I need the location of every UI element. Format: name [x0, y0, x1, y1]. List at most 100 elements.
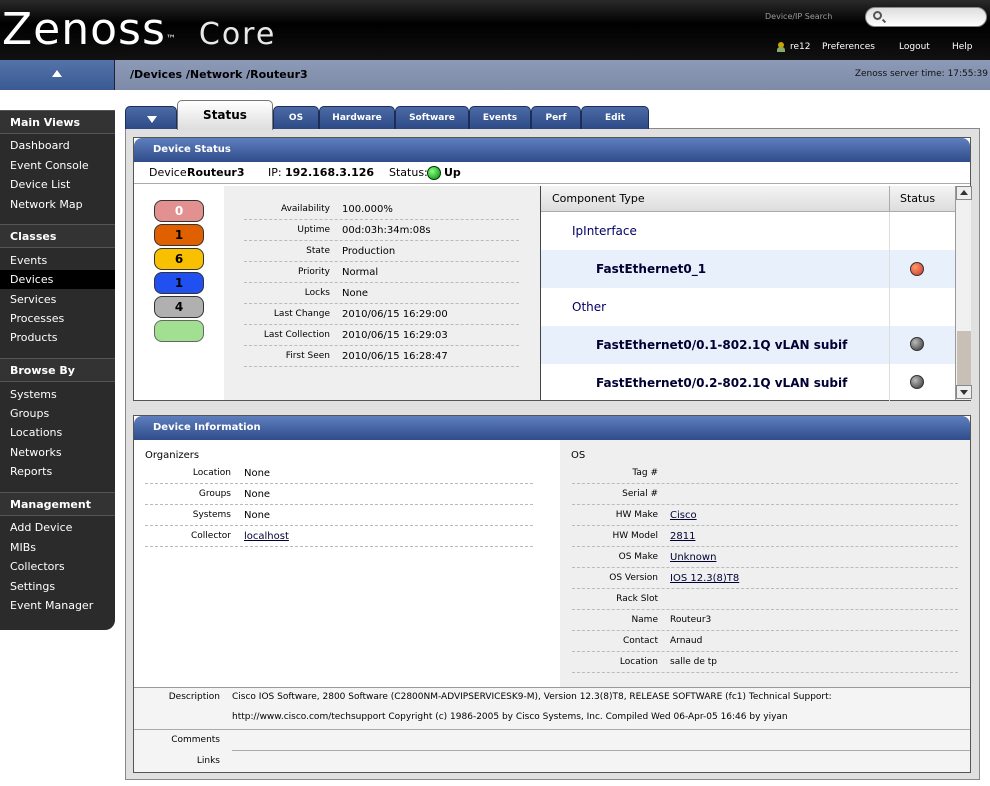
stat-row-last-collection: Last Collection 2010/06/15 16:29:03: [244, 325, 519, 346]
scroll-down-button[interactable]: [956, 385, 972, 399]
description-label: Description: [168, 692, 220, 702]
column-component-type[interactable]: Component Type: [552, 186, 645, 212]
scroll-up-button[interactable]: [956, 186, 972, 200]
device-label: Device:: [149, 166, 191, 179]
sidebar-section-management: Management: [0, 492, 115, 516]
severity-debug-count[interactable]: 4: [154, 296, 204, 318]
sidebar-item-devices[interactable]: Devices: [0, 270, 115, 289]
tab-software[interactable]: Software: [395, 106, 469, 129]
sidebar-item-events[interactable]: Events: [0, 251, 115, 270]
hw-model-link[interactable]: 2811: [670, 526, 695, 547]
sidebar-item-groups[interactable]: Groups: [0, 404, 115, 423]
comments-label: Comments: [171, 735, 220, 745]
stat-row-last-change: Last Change 2010/06/15 16:29:00: [244, 304, 519, 325]
component-row-vlan-subif-2[interactable]: FastEthernet0/0.2-802.1Q vLAN subif: [541, 364, 955, 402]
component-row-vlan-subif-1[interactable]: FastEthernet0/0.1-802.1Q vLAN subif: [541, 326, 955, 364]
severity-info-count[interactable]: 1: [154, 272, 204, 294]
os-row-contact: Contact Arnaud: [572, 631, 958, 652]
sidebar-item-mibs[interactable]: MIBs: [0, 538, 115, 557]
os-version-link[interactable]: IOS 12.3(8)T8: [670, 568, 739, 589]
links-label: Links: [196, 756, 220, 766]
severity-clear-count[interactable]: [154, 320, 204, 342]
device-search-input[interactable]: [865, 7, 987, 27]
tab-os[interactable]: OS: [273, 106, 319, 129]
status-unknown-icon: [910, 375, 924, 389]
tab-perf[interactable]: Perf: [531, 106, 581, 129]
ip-label: IP:: [268, 166, 282, 179]
sidebar-item-settings[interactable]: Settings: [0, 577, 115, 596]
collector-link[interactable]: localhost: [244, 526, 289, 547]
collapse-sidebar-button[interactable]: [0, 60, 115, 90]
os-row-location: Location salle de tp: [572, 652, 958, 673]
tab-menu-button[interactable]: [125, 106, 177, 129]
sidebar-item-collectors[interactable]: Collectors: [0, 557, 115, 576]
device-ip: 192.168.3.126: [285, 166, 375, 179]
sidebar-item-networks[interactable]: Networks: [0, 443, 115, 462]
chevron-down-icon: [960, 390, 968, 395]
server-time: Zenoss server time: 17:55:39: [854, 69, 988, 79]
sidebar-item-processes[interactable]: Processes: [0, 309, 115, 328]
device-status-line: Device: Routeur3 IP: 192.168.3.126 Statu…: [134, 162, 970, 184]
organizer-row-location: Location None: [145, 463, 533, 484]
device-status-value: Up: [444, 166, 461, 179]
sidebar-item-products[interactable]: Products: [0, 328, 115, 347]
sidebar-item-add-device[interactable]: Add Device: [0, 518, 115, 537]
sidebar-item-reports[interactable]: Reports: [0, 462, 115, 481]
tab-events[interactable]: Events: [469, 106, 531, 129]
sidebar-item-dashboard[interactable]: Dashboard: [0, 136, 115, 155]
description-line-1: Cisco IOS Software, 2800 Software (C2800…: [232, 692, 832, 702]
sidebar-item-event-manager[interactable]: Event Manager: [0, 596, 115, 615]
sidebar-section-browse-by: Browse By: [0, 358, 115, 382]
os-make-link[interactable]: Unknown: [670, 547, 716, 568]
sidebar-item-event-console[interactable]: Event Console: [0, 156, 115, 175]
os-row-hw-model: HW Model 2811: [572, 526, 958, 547]
os-row-serial: Serial #: [572, 484, 958, 505]
severity-error-count[interactable]: 1: [154, 224, 204, 246]
status-up-icon: [427, 166, 441, 180]
breadcrumb[interactable]: /Devices /Network /Routeur3: [130, 68, 308, 81]
sidebar: Main Views Dashboard Event Console Devic…: [0, 110, 115, 630]
comments-row: [232, 730, 970, 751]
tab-hardware[interactable]: Hardware: [319, 106, 395, 129]
stat-row-locks: Locks None: [244, 283, 519, 304]
component-table-scrollbar[interactable]: [955, 186, 972, 400]
hw-make-link[interactable]: Cisco: [670, 505, 697, 526]
stat-row-availability: Availability 100.000%: [244, 199, 519, 220]
sidebar-item-locations[interactable]: Locations: [0, 423, 115, 442]
chevron-up-icon: [960, 190, 968, 195]
sidebar-section-classes: Classes: [0, 224, 115, 248]
sidebar-section-main-views: Main Views: [0, 110, 115, 134]
organizer-row-groups: Groups None: [145, 484, 533, 505]
component-table: Component Type Status IpInterface FastEt…: [540, 186, 972, 402]
preferences-link[interactable]: Preferences: [822, 42, 875, 52]
sidebar-item-services[interactable]: Services: [0, 290, 115, 309]
sidebar-item-network-map[interactable]: Network Map: [0, 195, 115, 214]
user-name: re12: [790, 42, 811, 52]
organizer-row-collector: Collector localhost: [145, 526, 533, 547]
logout-link[interactable]: Logout: [899, 42, 930, 52]
sidebar-item-device-list[interactable]: Device List: [0, 175, 115, 194]
chevron-down-icon: [147, 116, 157, 123]
sidebar-item-systems[interactable]: Systems: [0, 385, 115, 404]
os-row-rack-slot: Rack Slot: [572, 589, 958, 610]
severity-critical-count[interactable]: 0: [154, 200, 204, 222]
scroll-thumb[interactable]: [957, 331, 971, 385]
help-link[interactable]: Help: [952, 42, 973, 52]
column-status[interactable]: Status: [900, 186, 935, 212]
os-row-tag: Tag #: [572, 463, 958, 484]
component-table-header: Component Type Status: [541, 186, 955, 212]
tab-edit[interactable]: Edit: [581, 106, 649, 129]
tab-status[interactable]: Status: [177, 100, 273, 130]
description-row: Description Cisco IOS Software, 2800 Sof…: [134, 688, 970, 730]
stat-row-priority: Priority Normal: [244, 262, 519, 283]
status-label: Status:: [389, 166, 428, 179]
search-icon: [873, 11, 882, 20]
organizers-title: Organizers: [145, 450, 200, 461]
severity-warning-count[interactable]: 6: [154, 248, 204, 270]
stat-row-uptime: Uptime 00d:03h:34m:08s: [244, 220, 519, 241]
os-row-os-version: OS Version IOS 12.3(8)T8: [572, 568, 958, 589]
stat-row-first-seen: First Seen 2010/06/15 16:28:47: [244, 346, 519, 367]
component-group-other[interactable]: Other: [541, 288, 955, 326]
component-row-fastethernet0-1[interactable]: FastEthernet0_1: [541, 250, 955, 288]
component-group-ipinterface[interactable]: IpInterface: [541, 212, 955, 250]
